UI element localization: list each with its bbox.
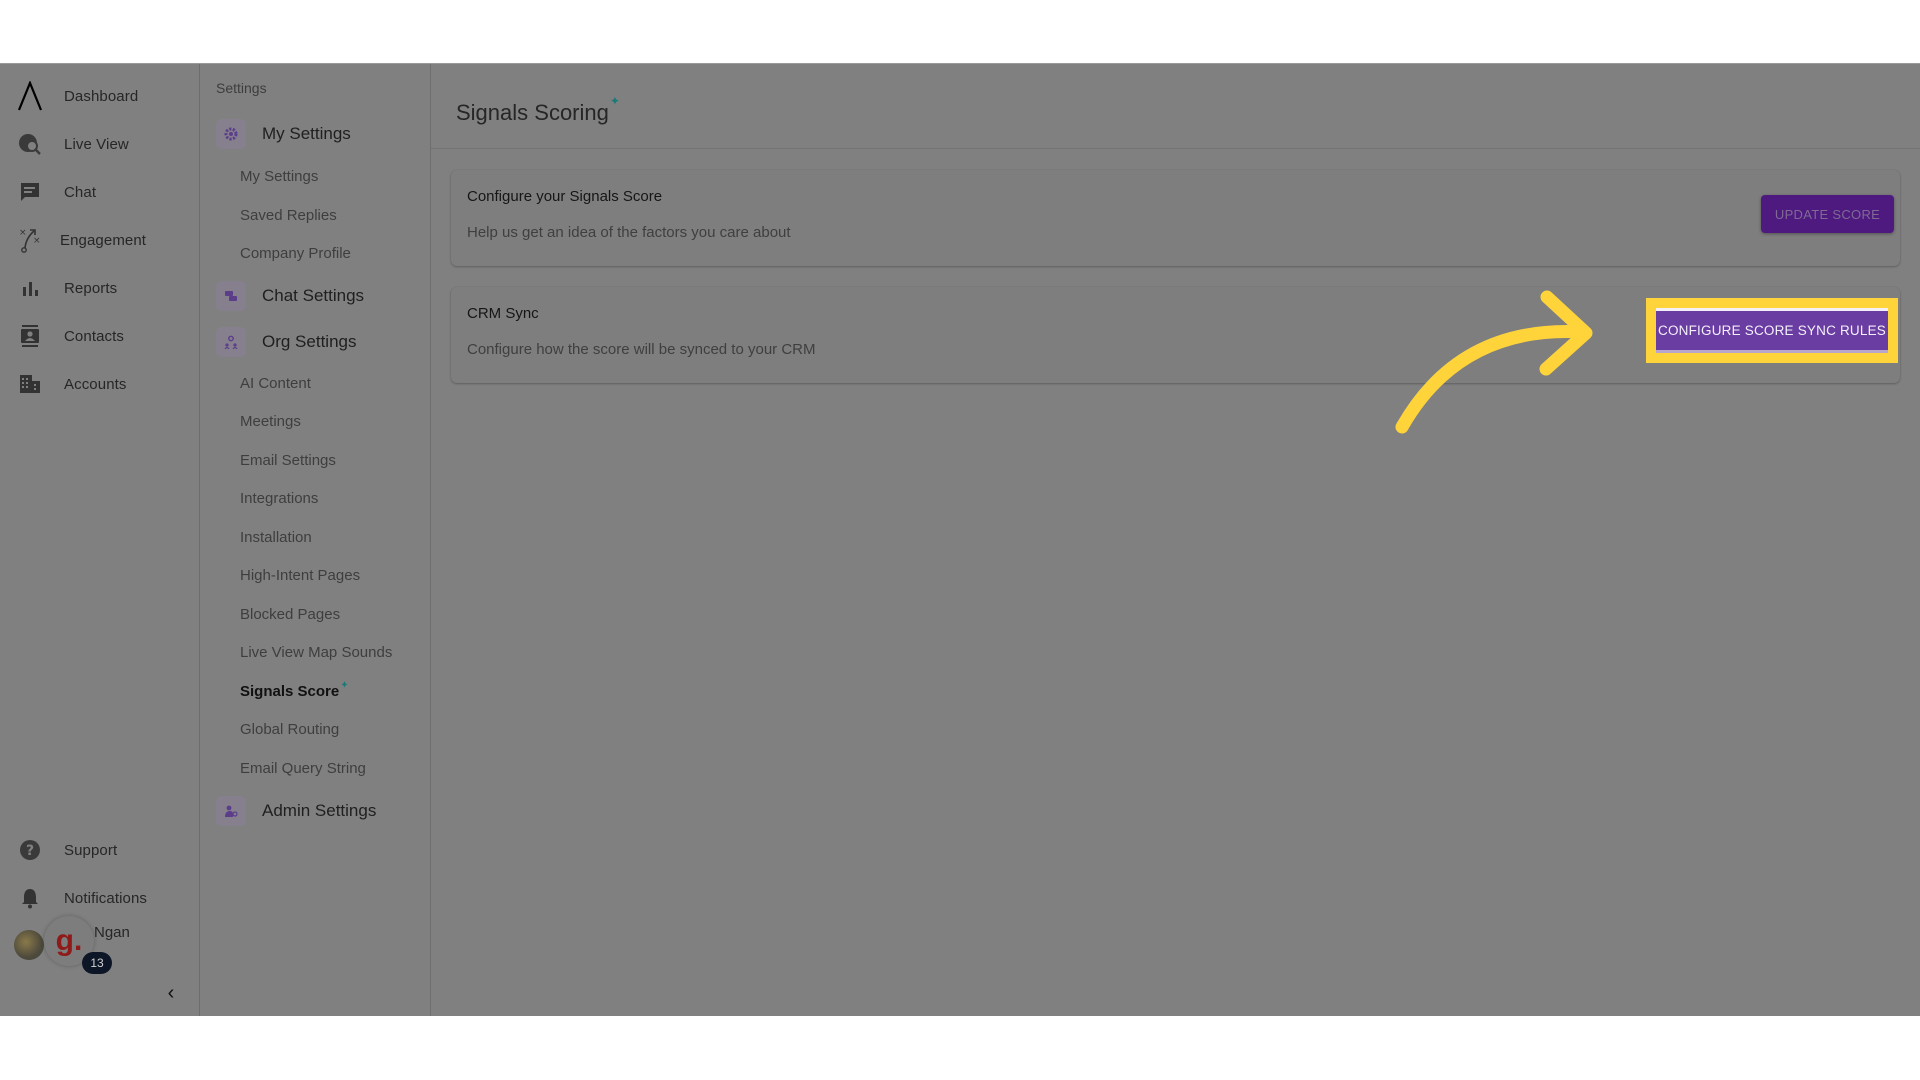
card-description: Help us get an idea of the factors you c… [467,224,791,241]
app-window: Dashboard Live View Chat × × Engagement R… [0,63,1920,1016]
nav-support[interactable]: ? Support [0,830,200,870]
building-icon [15,369,45,399]
group-label: Org Settings [262,332,357,351]
group-label: My Settings [262,124,351,143]
svg-text:×: × [33,236,41,246]
card-description: Configure how the score will be synced t… [467,341,816,358]
nav-label: Notifications [64,889,148,907]
signals-score-card: Configure your Signals Score Help us get… [451,170,1900,266]
org-icon [216,327,246,357]
card-title: Configure your Signals Score [467,188,663,205]
card-title: CRM Sync [467,305,539,322]
contact-card-icon [15,321,45,351]
settings-item-global-routing[interactable]: Global Routing [240,721,339,738]
bell-icon [15,883,45,913]
settings-item-meetings[interactable]: Meetings [240,413,301,430]
notification-count-badge: 13 [82,952,112,974]
settings-item-ai-content[interactable]: AI Content [240,375,311,392]
main-content: Signals Scoring✦ Configure your Signals … [431,64,1920,1016]
nav-contacts[interactable]: Contacts [0,316,200,356]
nav-label: Engagement [60,231,147,249]
chat-bubbles-icon [216,281,246,311]
settings-item-signals-score[interactable]: Signals Score✦ [240,680,349,700]
page-title-text: Signals Scoring [456,100,609,125]
settings-group-chat-settings[interactable]: Chat Settings [216,281,426,311]
collapse-sidebar-button[interactable]: ‹ [160,982,182,1004]
globe-search-icon [15,129,45,159]
nav-live-view[interactable]: Live View [0,124,200,164]
nav-dashboard[interactable]: Dashboard [0,76,200,116]
highlight-annotation-box: CONFIGURE SCORE SYNC RULES [1646,298,1898,363]
settings-nav-title: Settings [216,80,267,96]
gear-icon [216,119,246,149]
settings-item-company-profile[interactable]: Company Profile [240,245,351,262]
settings-item-saved-replies[interactable]: Saved Replies [240,207,337,224]
nav-label: Dashboard [64,87,139,105]
nav-engagement[interactable]: × × Engagement [0,220,200,260]
user-menu[interactable]: g. Ngan 13 [12,916,192,976]
item-label: Signals Score [240,683,340,700]
nav-chat[interactable]: Chat [0,172,200,212]
page-header: Signals Scoring✦ [431,64,1920,149]
group-label: Chat Settings [262,286,365,305]
chat-icon [15,177,45,207]
configure-score-sync-rules-button[interactable]: CONFIGURE SCORE SYNC RULES [1656,308,1888,353]
logo-icon [15,81,45,111]
settings-item-my-settings[interactable]: My Settings [240,168,318,185]
settings-item-installation[interactable]: Installation [240,529,312,546]
settings-nav: Settings My Settings My Settings Saved R… [200,64,431,1016]
settings-item-integrations[interactable]: Integrations [240,490,318,507]
avatar [14,930,44,960]
settings-group-my-settings[interactable]: My Settings [216,119,426,149]
admin-icon [216,796,246,826]
settings-item-live-view-map-sounds[interactable]: Live View Map Sounds [240,644,392,661]
nav-label: Accounts [64,375,127,393]
nav-label: Chat [64,183,97,201]
nav-reports[interactable]: Reports [0,268,200,308]
nav-label: Live View [64,135,129,153]
chevron-left-icon: ‹ [167,981,175,1004]
nav-accounts[interactable]: Accounts [0,364,200,404]
settings-group-admin-settings[interactable]: Admin Settings [216,796,426,826]
settings-item-email-query-string[interactable]: Email Query String [240,760,366,777]
nav-label: Support [64,841,118,859]
nav-label: Reports [64,279,118,297]
settings-item-email-settings[interactable]: Email Settings [240,452,336,469]
user-name: Ngan [94,924,130,941]
sparkle-icon: ✦ [609,94,620,108]
crm-sync-card: CRM Sync Configure how the score will be… [451,287,1900,383]
settings-group-org-settings[interactable]: Org Settings [216,327,426,357]
engagement-icon: × × [15,225,45,255]
group-label: Admin Settings [262,801,377,820]
settings-item-high-intent-pages[interactable]: High-Intent Pages [240,567,360,584]
sparkle-icon: ✦ [340,680,349,691]
svg-text:?: ? [26,843,34,859]
page-title: Signals Scoring✦ [456,94,620,126]
bar-chart-icon [15,273,45,303]
update-score-button[interactable]: UPDATE SCORE [1761,195,1894,233]
nav-label: Contacts [64,327,124,345]
settings-item-blocked-pages[interactable]: Blocked Pages [240,606,340,623]
svg-text:×: × [19,228,27,238]
main-sidebar: Dashboard Live View Chat × × Engagement R… [0,64,200,1016]
nav-notifications[interactable]: Notifications [0,878,200,918]
workspace-letter: g. [55,924,83,957]
help-icon: ? [15,835,45,865]
